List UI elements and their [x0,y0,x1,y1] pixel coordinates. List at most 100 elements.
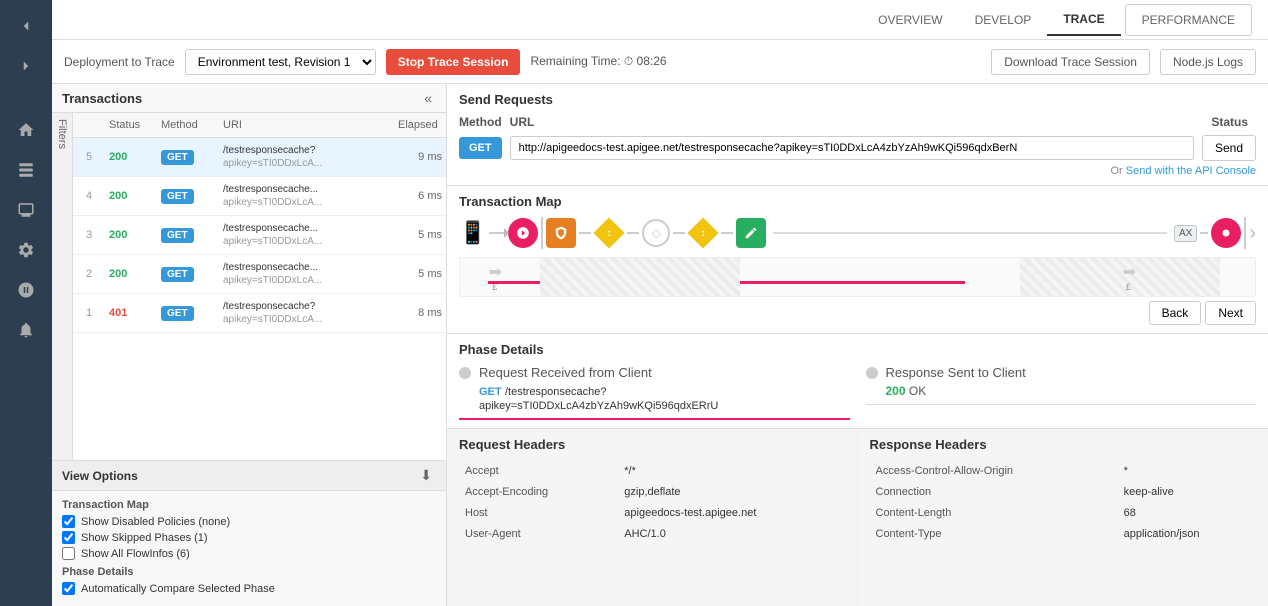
table-row[interactable]: 3 200 GET /testresponsecache... apikey=s… [73,216,446,255]
row-num: 3 [73,227,105,243]
request-phase-info: Request Received from Client GET /testre… [479,365,718,412]
row-method: GET [157,226,219,245]
sidebar-publish-icon[interactable] [6,272,46,308]
right-panel: Send Requests Method URL Status GET Send… [447,84,1268,606]
method-badge[interactable]: GET [161,306,194,321]
top-nav: OVERVIEW DEVELOP TRACE PERFORMANCE [52,0,1268,40]
deployment-select[interactable]: Environment test, Revision 1 [185,49,376,75]
req-header-host-name: Host [461,504,618,523]
req-header-encoding-value: gzip,deflate [620,483,842,502]
row-method: GET [157,148,219,167]
row-method: GET [157,304,219,323]
nav-develop[interactable]: DEVELOP [959,5,1048,35]
send-row: GET Send [459,135,1256,161]
transactions-title: Transactions [62,91,142,106]
nav-buttons: Back Next [459,301,1256,325]
ax-badge: AX [1174,225,1197,242]
sidebar-monitor-icon[interactable] [6,192,46,228]
request-header-row: User-Agent AHC/1.0 [461,525,843,544]
flow-scroll-right[interactable]: › [1249,222,1256,245]
api-console-link[interactable]: Send with the API Console [1126,165,1256,177]
table-row[interactable]: 2 200 GET /testresponsecache... apikey=s… [73,255,446,294]
show-all-flow-checkbox[interactable] [62,547,75,560]
show-disabled-checkbox[interactable] [62,515,75,528]
stop-trace-button[interactable]: Stop Trace Session [386,49,521,75]
row-elapsed: 5 ms [394,227,446,243]
sidebar-settings-icon[interactable] [6,232,46,268]
policy-orange-square[interactable] [546,218,576,248]
req-header-host-value: apigeedocs-test.apigee.net [620,504,842,523]
req-header-agent-name: User-Agent [461,525,618,544]
col-num [73,117,105,133]
next-button[interactable]: Next [1205,301,1256,325]
download-trace-button[interactable]: Download Trace Session [991,49,1150,75]
nodejs-logs-button[interactable]: Node.js Logs [1160,49,1256,75]
send-button[interactable]: Send [1202,135,1256,161]
row-status: 200 [105,266,157,282]
policy-pink-circle[interactable] [508,218,538,248]
method-badge[interactable]: GET [161,267,194,282]
table-row[interactable]: 4 200 GET /testresponsecache... apikey=s… [73,177,446,216]
response-phase-indicator: Response Sent to Client 200 OK [866,365,1257,398]
show-skipped-checkbox[interactable] [62,531,75,544]
request-header-row: Accept */* [461,462,843,481]
auto-compare-label: Automatically Compare Selected Phase [81,583,275,595]
view-options-header[interactable]: View Options ⬇ [52,461,446,491]
request-headers-table: Accept */* Accept-Encoding gzip,deflate … [459,460,845,546]
policy-yellow-diamond[interactable]: ↕ [594,218,624,248]
auto-compare-checkbox[interactable] [62,582,75,595]
nav-performance[interactable]: PERFORMANCE [1125,4,1252,36]
nav-trace[interactable]: TRACE [1047,4,1120,36]
request-phase-dot [459,367,471,379]
back-button[interactable]: Back [1149,301,1202,325]
get-method-button[interactable]: GET [459,137,502,159]
table-row[interactable]: 5 200 GET /testresponsecache? apikey=sTI… [73,138,446,177]
show-disabled-label: Show Disabled Policies (none) [81,516,230,528]
flow-arrow-6 [1200,232,1208,234]
auto-compare-row: Automatically Compare Selected Phase [62,582,436,595]
nav-overview[interactable]: OVERVIEW [862,5,958,35]
response-phase-name: Response Sent to Client [886,365,1026,380]
req-header-encoding-name: Accept-Encoding [461,483,618,502]
req-header-accept-value: */* [620,462,842,481]
request-headers-col: Request Headers Accept */* Accept-Encodi… [447,429,858,606]
policy-teal-edit[interactable] [736,218,766,248]
row-status: 401 [105,305,157,321]
policy-gray-circle[interactable]: ◇ [642,219,670,247]
policy-return-pink[interactable] [1211,218,1241,248]
filters-sidebar[interactable]: Filters [52,113,73,460]
table-row[interactable]: 1 401 GET /testresponsecache? apikey=sTI… [73,294,446,333]
show-skipped-label: Show Skipped Phases (1) [81,532,208,544]
deployment-label: Deployment to Trace [64,55,175,69]
vo-transaction-map-label: Transaction Map [62,499,436,511]
row-num: 5 [73,149,105,165]
view-options-collapse-button[interactable]: ⬇ [416,467,436,484]
sidebar-apis-icon[interactable] [6,152,46,188]
col-elapsed: Elapsed [394,117,446,133]
col-uri: URI [219,117,394,133]
collapse-transactions-button[interactable]: « [420,90,436,106]
policy-yellow-diamond-2[interactable]: ↕ [688,218,718,248]
url-input[interactable] [510,136,1194,160]
method-badge[interactable]: GET [161,228,194,243]
flow-sep-1 [541,217,543,249]
method-badge[interactable]: GET [161,150,194,165]
flow-arrow-1 [489,232,505,234]
api-console-hint: Or Send with the API Console [459,165,1256,177]
show-all-flow-row: Show All FlowInfos (6) [62,547,436,560]
sidebar-home-icon[interactable] [6,112,46,148]
method-badge[interactable]: GET [161,189,194,204]
row-method: GET [157,265,219,284]
res-header-type-value: application/json [1120,525,1254,544]
row-status: 200 [105,227,157,243]
send-requests-title: Send Requests [459,92,1256,107]
row-elapsed: 6 ms [394,188,446,204]
col-status: Status [105,117,157,133]
sidebar-notify-icon[interactable] [6,312,46,348]
response-phase-status: 200 OK [886,384,1026,398]
row-method: GET [157,187,219,206]
show-disabled-row: Show Disabled Policies (none) [62,515,436,528]
sidebar-collapse-icon[interactable] [6,8,46,44]
res-header-type-name: Content-Type [872,525,1118,544]
sidebar-expand-icon[interactable] [6,48,46,84]
